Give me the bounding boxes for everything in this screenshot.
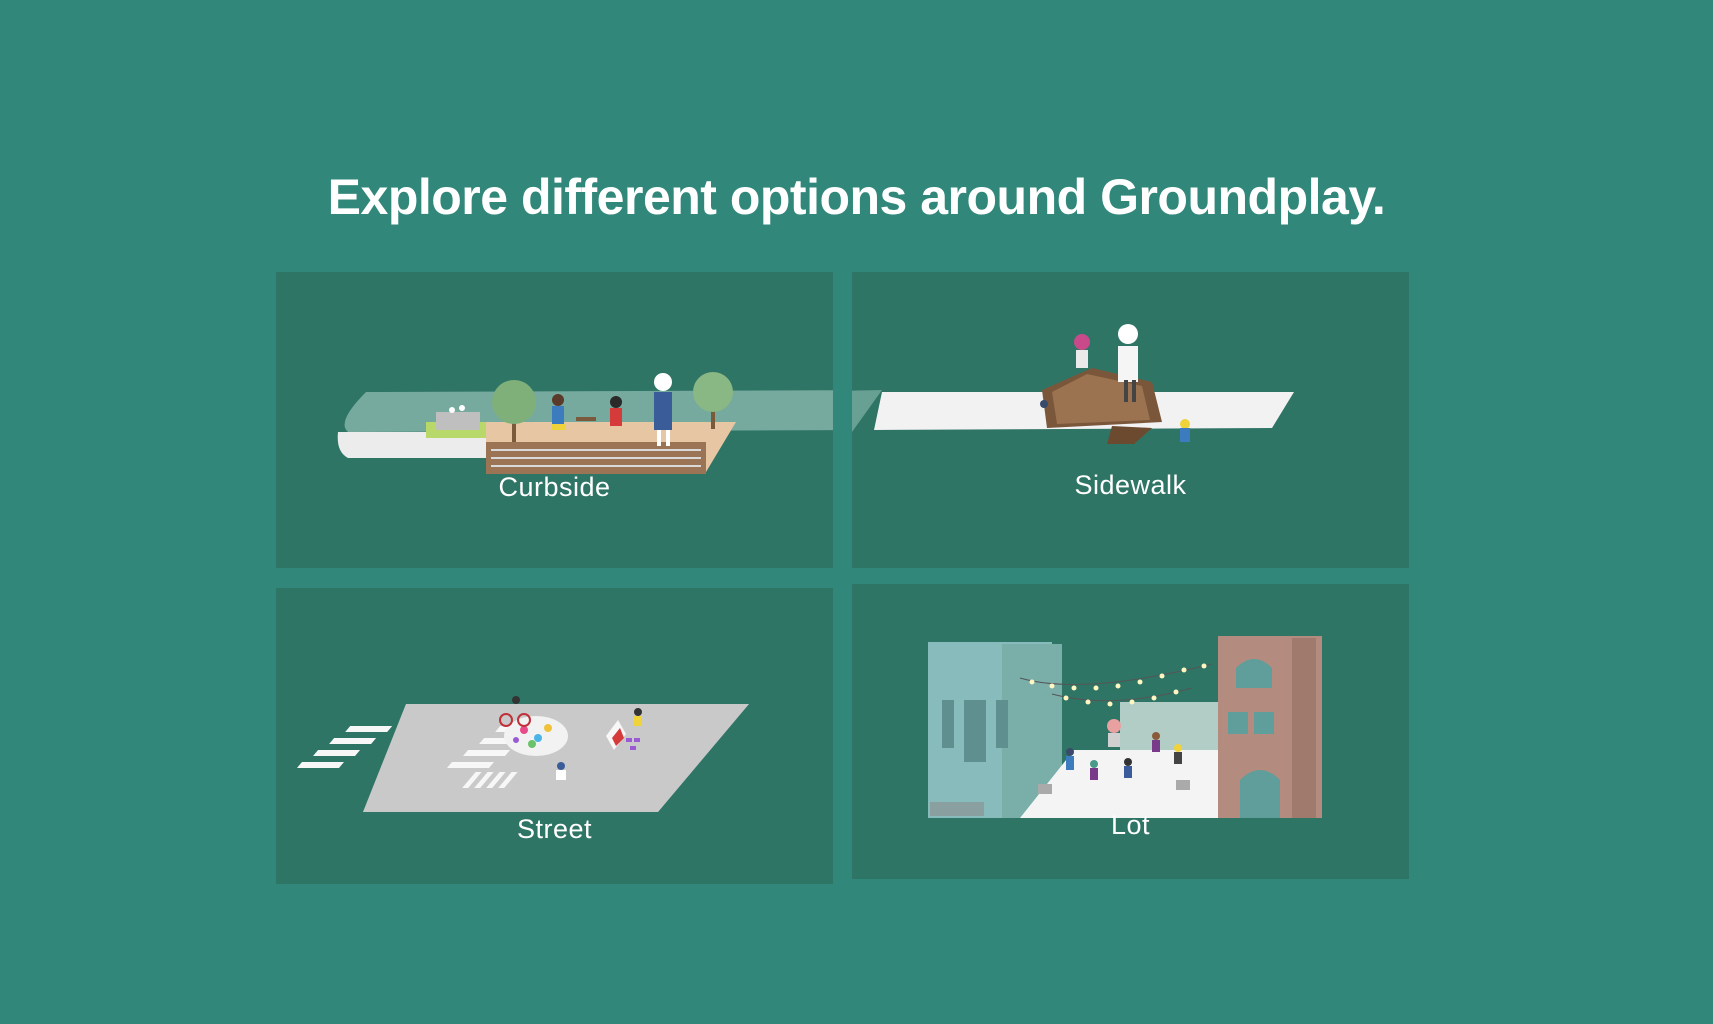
option-label-street: Street — [516, 814, 593, 844]
option-label-lot: Lot — [1110, 810, 1151, 840]
option-card-lot[interactable]: Lot — [852, 584, 1409, 879]
sidewalk-illustration — [852, 324, 1294, 444]
option-label-sidewalk: Sidewalk — [1074, 470, 1187, 500]
option-card-curbside[interactable]: Curbside — [276, 272, 833, 568]
option-card-street[interactable]: Street — [276, 588, 833, 884]
curbside-illustration — [337, 372, 833, 474]
option-card-sidewalk[interactable]: Sidewalk — [852, 272, 1409, 568]
option-label-curbside: Curbside — [498, 472, 611, 502]
page-title: Explore different options around Groundp… — [327, 169, 1386, 225]
